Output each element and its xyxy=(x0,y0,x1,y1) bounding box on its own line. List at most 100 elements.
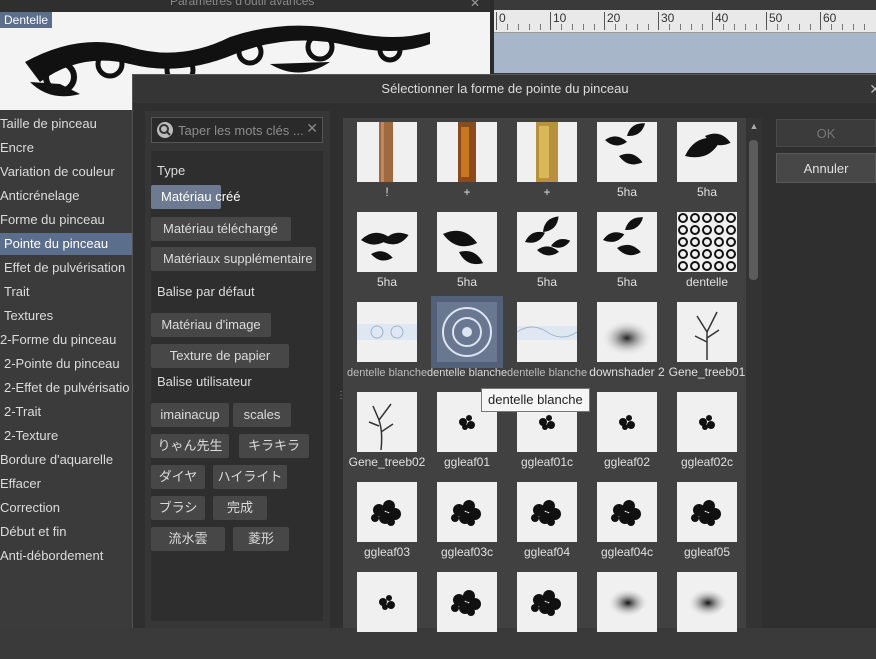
settings-item[interactable]: Début et fin xyxy=(0,521,132,543)
material-item[interactable] xyxy=(667,569,747,659)
user-tag[interactable]: ダイヤ xyxy=(151,465,205,489)
material-item[interactable]: ggleaf04c xyxy=(587,479,667,569)
material-item[interactable]: ggleaf02c xyxy=(667,389,747,479)
type-tag[interactable]: Matériau téléchargé xyxy=(151,217,291,241)
ruler-minor-tick xyxy=(529,24,530,30)
leaf-cluster-large-icon xyxy=(437,572,497,632)
settings-item[interactable]: Forme du pinceau xyxy=(0,209,132,231)
material-item[interactable]: dentelle blanche xyxy=(507,299,587,389)
settings-item[interactable]: Effet de pulvérisation xyxy=(0,257,136,279)
ruler-minor-tick xyxy=(594,24,595,30)
material-item[interactable]: + xyxy=(427,119,507,209)
material-item[interactable]: dentelle blanche xyxy=(427,296,507,389)
user-tag[interactable]: imainacup xyxy=(151,403,229,427)
material-item[interactable]: 5ha xyxy=(587,119,667,209)
user-tag[interactable]: 完成 xyxy=(213,496,267,520)
settings-item[interactable]: Pointe du pinceau xyxy=(0,233,136,255)
material-item[interactable]: + xyxy=(507,119,587,209)
material-item[interactable]: ggleaf03c xyxy=(427,479,507,569)
settings-item[interactable]: Encre xyxy=(0,137,132,159)
leaf-cluster-large-icon xyxy=(677,482,737,542)
ok-button[interactable]: OK xyxy=(776,119,876,147)
clear-icon[interactable]: ✕ xyxy=(306,120,318,137)
default-tag[interactable]: Matériau d'image xyxy=(151,313,271,337)
settings-item[interactable]: Textures xyxy=(0,305,136,327)
scrollbar-thumb[interactable] xyxy=(749,140,758,280)
user-tag[interactable]: scales xyxy=(233,403,291,427)
material-item[interactable]: 5ha xyxy=(587,209,667,299)
material-label: + xyxy=(543,185,551,199)
settings-item[interactable]: Correction xyxy=(0,497,132,519)
ruler-minor-tick xyxy=(831,24,832,30)
cancel-button[interactable]: Annuler xyxy=(776,153,876,183)
material-item[interactable]: downshader 2 xyxy=(587,299,667,389)
settings-item[interactable]: Effacer xyxy=(0,473,132,495)
material-label: Gene_treeb02 xyxy=(348,455,426,469)
material-item[interactable]: ! xyxy=(347,119,427,209)
user-tag[interactable]: ブラシ xyxy=(151,496,205,520)
leaf-cluster-large-icon xyxy=(517,572,577,632)
search-box[interactable]: ✕ xyxy=(151,117,323,143)
settings-item[interactable]: Anticrénelage xyxy=(0,185,132,207)
material-item[interactable]: Gene_treeb02 xyxy=(347,389,427,479)
material-item[interactable]: 5ha xyxy=(427,209,507,299)
splitter-handle[interactable]: ⋮ xyxy=(336,391,346,413)
ruler-minor-tick xyxy=(723,24,724,30)
material-item[interactable]: dentelle xyxy=(667,209,747,299)
section-user-tag-heading: Balise utilisateur xyxy=(157,374,252,389)
material-label: 5ha xyxy=(616,275,638,289)
grid-scrollbar[interactable]: ▲ xyxy=(746,118,762,628)
material-item[interactable]: dentelle blanche xyxy=(347,299,427,389)
default-tag[interactable]: Texture de papier xyxy=(151,344,289,368)
material-label: 5ha xyxy=(536,275,558,289)
material-item[interactable]: ggleaf04 xyxy=(507,479,587,569)
ruler-minor-tick xyxy=(788,24,789,30)
material-item[interactable]: ggleaf05 xyxy=(667,479,747,569)
scroll-up-icon[interactable]: ▲ xyxy=(749,121,759,131)
material-label: ggleaf02 xyxy=(603,455,651,469)
ruler-minor-tick xyxy=(691,24,692,30)
background-close-icon[interactable]: ✕ xyxy=(470,0,484,10)
settings-item[interactable]: Variation de couleur xyxy=(0,161,132,183)
settings-item[interactable]: Trait xyxy=(0,281,136,303)
material-item[interactable]: 5ha xyxy=(507,209,587,299)
settings-item[interactable]: 2-Texture xyxy=(0,425,136,447)
material-item[interactable] xyxy=(587,569,667,659)
settings-item[interactable]: 2-Pointe du pinceau xyxy=(0,353,136,375)
ruler-tick-label: 50 xyxy=(769,11,783,25)
ruler-minor-tick xyxy=(702,24,703,30)
user-tag[interactable]: キラキラ xyxy=(239,434,309,458)
gold-strip-icon xyxy=(517,122,577,182)
settings-item[interactable]: 2-Forme du pinceau xyxy=(0,329,132,351)
user-tag[interactable]: 流水雲 xyxy=(151,527,225,551)
material-item[interactable] xyxy=(427,569,507,659)
user-tag[interactable]: りゃん先生 xyxy=(151,434,229,458)
material-item[interactable]: ggleaf02 xyxy=(587,389,667,479)
ruler-minor-tick xyxy=(648,24,649,30)
user-tag[interactable]: 菱形 xyxy=(233,527,289,551)
material-label: ! xyxy=(385,185,389,199)
material-item[interactable]: Gene_treeb01 xyxy=(667,299,747,389)
search-input[interactable] xyxy=(178,121,306,139)
settings-item[interactable]: Bordure d'aquarelle xyxy=(0,449,132,471)
material-item[interactable]: 5ha xyxy=(347,209,427,299)
settings-item[interactable]: 2-Trait xyxy=(0,401,136,423)
user-tag[interactable]: ハイライト xyxy=(213,465,287,489)
material-item[interactable]: 5ha xyxy=(667,119,747,209)
settings-item[interactable]: Taille de pinceau xyxy=(0,113,132,135)
material-item[interactable] xyxy=(507,569,587,659)
ruler-minor-tick xyxy=(669,24,670,30)
material-label: Gene_treeb01 xyxy=(668,365,746,379)
canvas-area[interactable] xyxy=(494,33,876,73)
ruler-minor-tick xyxy=(842,24,843,30)
leaf-cluster-large-icon xyxy=(437,482,497,542)
settings-item[interactable]: Anti-débordement xyxy=(0,545,132,567)
type-tag[interactable]: Matériau créé xyxy=(151,185,240,209)
type-tag[interactable]: Matériaux supplémentaire xyxy=(151,247,316,271)
background-window-titlebar: Paramètres d'outil avancés xyxy=(0,0,490,12)
material-item[interactable] xyxy=(347,569,427,659)
close-icon[interactable]: ✕ xyxy=(869,81,876,98)
material-item[interactable]: ggleaf03 xyxy=(347,479,427,569)
settings-item[interactable]: 2-Effet de pulvérisatio xyxy=(0,377,136,399)
ruler-tick xyxy=(766,12,767,30)
